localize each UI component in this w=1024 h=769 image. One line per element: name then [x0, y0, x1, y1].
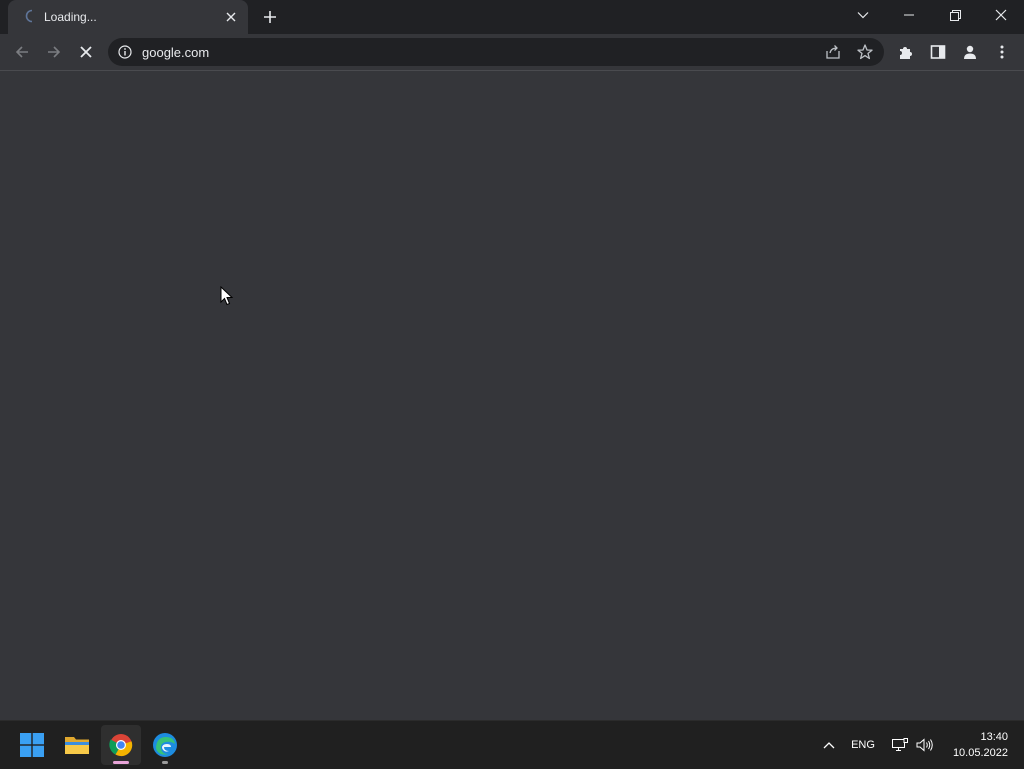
folder-icon	[65, 737, 89, 754]
side-panel-icon	[930, 45, 946, 59]
title-bar: Loading...	[0, 0, 1024, 34]
window-close-button[interactable]	[978, 0, 1024, 30]
new-tab-button[interactable]	[258, 5, 282, 29]
chrome-menu-button[interactable]	[988, 38, 1016, 66]
back-button[interactable]	[8, 38, 36, 66]
language-indicator[interactable]: ENG	[848, 733, 878, 757]
active-app-indicator	[113, 761, 129, 764]
network-button[interactable]	[890, 733, 910, 757]
person-icon	[964, 45, 976, 59]
stop-loading-icon	[80, 46, 92, 58]
file-explorer-button[interactable]	[57, 725, 97, 765]
puzzle-icon	[900, 47, 912, 59]
chrome-icon	[109, 734, 133, 757]
minimize-icon	[904, 14, 914, 16]
profile-button[interactable]	[956, 38, 984, 66]
tab-search-button[interactable]	[840, 0, 886, 30]
loading-spinner-icon	[25, 9, 33, 23]
tray-overflow-button[interactable]	[818, 733, 840, 757]
address-bar[interactable]: google.com	[108, 38, 884, 66]
restore-icon	[949, 9, 961, 21]
volume-button[interactable]	[914, 733, 936, 757]
share-icon[interactable]	[824, 43, 842, 61]
taskbar: ENG 13:40 10.05.2022	[0, 720, 1024, 769]
browser-toolbar: google.com	[0, 34, 1024, 71]
tab-title: Loading...	[44, 10, 97, 24]
extensions-button[interactable]	[892, 38, 920, 66]
chevron-down-icon	[857, 12, 869, 19]
browser-tab[interactable]: Loading...	[8, 0, 248, 34]
windows-start-icon	[20, 733, 44, 757]
clock-date: 10.05.2022	[952, 747, 1008, 759]
running-app-indicator	[162, 761, 168, 764]
close-icon	[226, 12, 236, 22]
tab-close-button[interactable]	[222, 8, 240, 26]
edge-taskbar-button[interactable]	[145, 725, 185, 765]
start-button[interactable]	[12, 725, 52, 765]
chevron-up-icon	[823, 742, 835, 749]
network-icon	[892, 738, 908, 751]
arrow-right-icon	[48, 46, 61, 58]
system-clock[interactable]: 13:40 10.05.2022	[944, 729, 1008, 761]
side-panel-button[interactable]	[924, 38, 952, 66]
restore-button[interactable]	[932, 0, 978, 30]
chrome-taskbar-button[interactable]	[101, 725, 141, 765]
url-text[interactable]: google.com	[142, 45, 209, 60]
close-icon	[995, 9, 1007, 21]
stop-loading-button[interactable]	[72, 38, 100, 66]
arrow-left-icon	[15, 46, 28, 58]
page-content[interactable]	[0, 71, 1024, 720]
star-icon[interactable]	[856, 43, 874, 61]
clock-time: 13:40	[980, 731, 1008, 743]
volume-icon	[916, 738, 933, 752]
edge-icon	[153, 733, 177, 757]
mouse-pointer-icon	[220, 286, 234, 306]
forward-button[interactable]	[40, 38, 68, 66]
info-icon[interactable]	[118, 45, 132, 59]
kebab-menu-icon	[1000, 45, 1004, 59]
minimize-button[interactable]	[886, 0, 932, 30]
plus-icon	[264, 11, 276, 23]
